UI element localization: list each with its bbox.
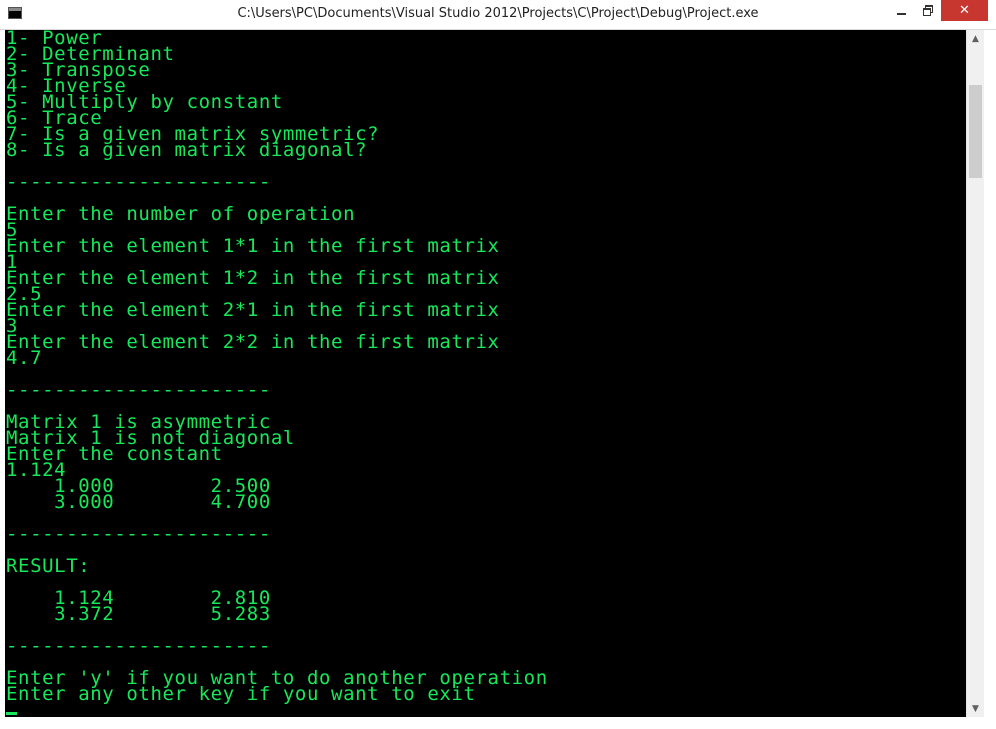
text-cursor — [6, 712, 17, 715]
scroll-up-arrow-icon: ▲ — [972, 33, 979, 44]
console-line: 2- Determinant — [6, 43, 175, 65]
console-line: 3- Transpose — [6, 59, 151, 81]
console-line: Enter the element 2*2 in the first matri… — [6, 331, 500, 353]
minimize-button[interactable] — [888, 0, 914, 21]
console-text: 1- Power 2- Determinant 3- Transpose 4- Inv… — [5, 30, 966, 704]
console-line: 3.000 4.700 — [6, 491, 271, 513]
close-icon: ✕ — [959, 3, 970, 18]
window-frame-bottom — [0, 717, 996, 729]
console-line: 8- Is a given matrix diagonal? — [6, 139, 368, 161]
console-line: ---------------------- — [6, 523, 271, 545]
console-app-icon[interactable] — [8, 7, 22, 19]
vertical-scrollbar[interactable]: ▲ ▼ — [966, 30, 984, 717]
console-line: Enter the element 1*2 in the first matri… — [6, 267, 500, 289]
window-frame-right — [984, 30, 996, 729]
restore-icon — [922, 4, 933, 16]
console-line: Enter the constant — [6, 443, 223, 465]
console-output[interactable]: 1- Power 2- Determinant 3- Transpose 4- Inv… — [5, 30, 966, 717]
close-button[interactable]: ✕ — [941, 0, 988, 21]
scroll-up-button[interactable]: ▲ — [967, 30, 984, 47]
console-line: 5- Multiply by constant — [6, 91, 283, 113]
scroll-down-arrow-icon: ▼ — [972, 703, 979, 714]
console-window: C:\Users\PC\Documents\Visual Studio 2012… — [0, 0, 996, 729]
console-line: Enter the number of operation — [6, 203, 356, 225]
console-line: ---------------------- — [6, 171, 271, 193]
minimize-icon — [896, 12, 906, 15]
window-title: C:\Users\PC\Documents\Visual Studio 2012… — [237, 6, 759, 21]
maximize-button[interactable] — [914, 0, 940, 21]
console-line: Enter the element 2*1 in the first matri… — [6, 299, 500, 321]
console-line: RESULT: — [6, 555, 91, 577]
console-line: ---------------------- — [6, 635, 271, 657]
scroll-down-button[interactable]: ▼ — [967, 700, 984, 717]
console-line: Enter the element 1*1 in the first matri… — [6, 235, 500, 257]
console-line: 3.372 5.283 — [6, 603, 271, 625]
title-bar[interactable]: C:\Users\PC\Documents\Visual Studio 2012… — [0, 0, 996, 30]
console-line: ---------------------- — [6, 379, 271, 401]
scrollbar-thumb[interactable] — [969, 85, 982, 178]
